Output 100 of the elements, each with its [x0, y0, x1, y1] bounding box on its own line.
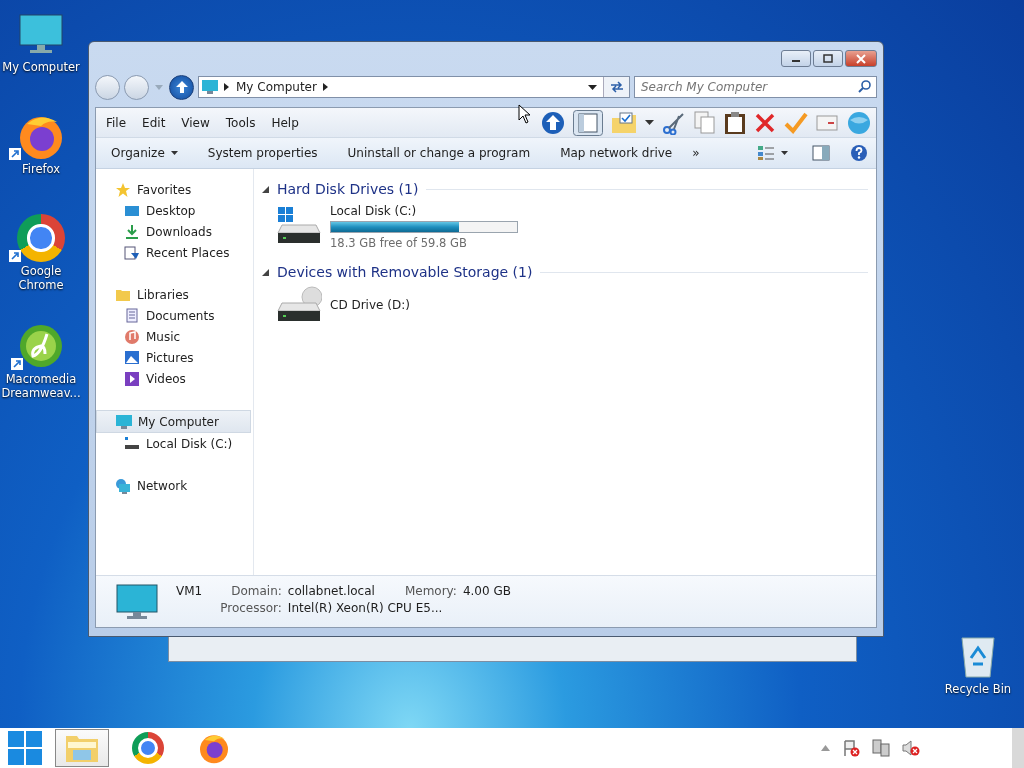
chevron-icon	[322, 83, 329, 91]
nav-label: Desktop	[146, 203, 196, 218]
desktop-icon-label[interactable]: Macromedia Dreamweav...	[1, 372, 81, 401]
view-options-icon[interactable]	[757, 145, 775, 161]
nav-label: Favorites	[137, 182, 192, 197]
search-field[interactable]: Search My Computer	[634, 76, 877, 98]
drive-name: CD Drive (D:)	[330, 298, 410, 312]
detail-label: Memory:	[404, 584, 457, 598]
caret-icon	[170, 151, 178, 155]
firefox-icon	[198, 732, 230, 764]
nav-item[interactable]: Documents	[96, 305, 253, 326]
drive-icon	[124, 435, 140, 452]
menu-item[interactable]: Help	[271, 115, 307, 130]
drive-item[interactable]: CD Drive (D:)	[262, 282, 536, 335]
shortcut-arrow-icon	[9, 250, 21, 262]
caret-icon[interactable]	[781, 151, 788, 155]
star-icon	[115, 181, 131, 198]
nav-label: Videos	[146, 371, 186, 386]
preview-pane-icon[interactable]	[812, 145, 830, 161]
menu-item[interactable]: File	[106, 115, 135, 130]
maximize-icon	[823, 54, 833, 63]
close-button[interactable]	[845, 50, 877, 67]
menu-item[interactable]: Edit	[142, 115, 174, 130]
command-button[interactable]: Organize	[104, 146, 185, 160]
taskbar-button[interactable]	[55, 729, 109, 767]
address-bar[interactable]: My Computer	[198, 76, 630, 98]
desktop-icon-label[interactable]: My Computer	[1, 60, 81, 75]
address-path[interactable]: My Computer	[236, 80, 317, 94]
more-commands-button[interactable]: »	[685, 146, 707, 160]
flag-error-icon[interactable]	[842, 739, 860, 757]
nav-item[interactable]: Network	[96, 475, 253, 496]
picture-icon	[124, 349, 140, 366]
pane-toggle-icon[interactable]	[573, 109, 603, 136]
download-arrow-icon	[124, 223, 140, 240]
nav-item[interactable]: Videos	[96, 368, 253, 389]
clipboard-icon[interactable]	[724, 110, 746, 135]
nav-label: Network	[137, 478, 188, 493]
up-button[interactable]	[169, 74, 194, 100]
free-space-text: 18.3 GB free of 59.8 GB	[330, 236, 468, 250]
section-heading[interactable]: Hard Disk Drives (1)	[277, 181, 419, 197]
nav-item[interactable]: Desktop	[96, 200, 253, 221]
recycle-bin-icon[interactable]	[959, 634, 997, 678]
detail-label: Processor:	[220, 601, 282, 615]
nav-label: Local Disk (C:)	[146, 436, 233, 451]
scissors-icon[interactable]	[662, 110, 686, 135]
minimize-button[interactable]	[781, 50, 811, 67]
speaker-muted-icon[interactable]	[902, 739, 920, 757]
computer-name: VM1	[176, 584, 203, 598]
collapse-triangle-icon[interactable]	[262, 185, 269, 193]
close-icon	[855, 53, 867, 64]
nav-item[interactable]: Local Disk (C:)	[96, 433, 253, 454]
shortcut-arrow-icon	[11, 358, 23, 370]
folder-check-icon[interactable]	[611, 111, 637, 134]
nav-item[interactable]: Libraries	[96, 284, 253, 305]
tray-caret-icon[interactable]	[821, 745, 830, 751]
refresh-button[interactable]	[603, 77, 629, 97]
detail-value: collabnet.local	[287, 584, 375, 598]
caret-icon[interactable]	[645, 120, 654, 125]
envelope-icon[interactable]	[816, 113, 838, 132]
hard-drive-icon	[276, 207, 322, 245]
film-icon	[124, 370, 140, 387]
desktop-icon-label[interactable]: Google Chrome	[1, 264, 81, 293]
nav-label: Music	[146, 329, 181, 344]
desktop-icon-label[interactable]: Recycle Bin	[938, 682, 1018, 697]
nav-label: Libraries	[137, 287, 189, 302]
nav-item[interactable]: Pictures	[96, 347, 253, 368]
network-icon	[115, 477, 131, 494]
command-button[interactable]: System properties	[200, 146, 325, 160]
collapse-triangle-icon[interactable]	[262, 268, 269, 276]
monitor-icon[interactable]	[19, 14, 63, 54]
nav-label: Downloads	[146, 224, 212, 239]
nav-item[interactable]: Downloads	[96, 221, 253, 242]
document-icon	[124, 307, 140, 324]
chrome-icon	[132, 732, 164, 764]
menu-item[interactable]: View	[181, 115, 218, 130]
shortcut-arrow-icon	[9, 148, 21, 160]
nav-item[interactable]: Recent Places	[96, 242, 253, 263]
desktop-icon-label[interactable]: Firefox	[1, 162, 81, 177]
delete-icon[interactable]	[754, 111, 776, 134]
checkmark-icon[interactable]	[784, 111, 808, 134]
nav-item[interactable]: My Computer	[96, 410, 251, 433]
drive-item[interactable]: Local Disk (C:) 18.3 GB free of 59.8 GB	[262, 199, 536, 262]
detail-label: Domain:	[230, 584, 282, 598]
start-button[interactable]	[7, 730, 43, 766]
help-icon[interactable]	[850, 144, 868, 162]
drive-name: Local Disk (C:)	[330, 204, 418, 218]
recent-places-icon	[124, 244, 140, 261]
nav-label: Pictures	[146, 350, 194, 365]
nav-label: Documents	[146, 308, 215, 323]
dropdown-caret-icon[interactable]	[588, 84, 597, 90]
chrome-icon[interactable]	[17, 214, 65, 262]
music-note-icon	[124, 328, 140, 345]
nav-label: My Computer	[138, 414, 219, 429]
maximize-button[interactable]	[813, 50, 843, 67]
menu-item[interactable]: Tools	[225, 115, 264, 130]
section-heading[interactable]: Devices with Removable Storage (1)	[277, 264, 533, 280]
nav-item[interactable]: Favorites	[96, 179, 253, 200]
command-button[interactable]: Map network drive	[553, 146, 680, 160]
command-button[interactable]: Uninstall or change a program	[340, 146, 538, 160]
nav-item[interactable]: Music	[96, 326, 253, 347]
